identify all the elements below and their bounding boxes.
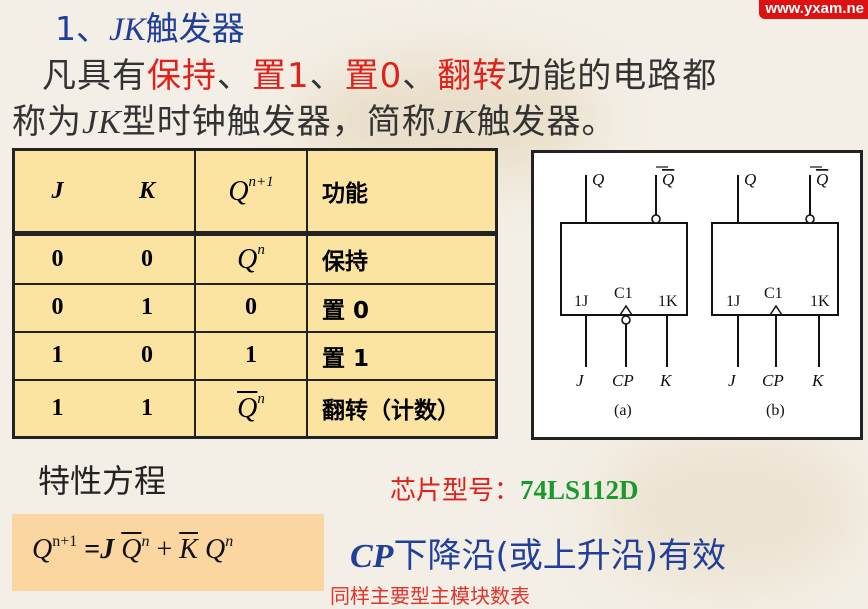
falling-edge-bubble — [621, 315, 631, 325]
cell-j: 1 — [12, 330, 100, 381]
input-1j-label: 1J — [574, 293, 588, 310]
input-k-label: K — [659, 371, 673, 390]
input-1k-label: 1K — [658, 293, 678, 310]
cell-function: 置 1 — [306, 330, 498, 381]
q-superscript: n — [257, 391, 265, 408]
intro-text: 、 — [217, 56, 252, 96]
q-symbol: Q — [237, 393, 258, 425]
intro-text: 功能的电路都 — [507, 56, 718, 96]
cell-j: 0 — [12, 282, 100, 333]
output-q-label: Q — [592, 170, 604, 189]
clock-c1-label: C1 — [614, 285, 633, 302]
table-row: 1 1 Qn 翻转（计数） — [12, 378, 498, 439]
characteristic-equation: Qn+1 =J Qn + K Qn — [32, 533, 234, 565]
table-header-row: J K Qn+1 功能 — [12, 148, 498, 236]
header-q-next: Qn+1 — [194, 148, 308, 236]
cutoff-text: 同样主要型主模块数表 — [330, 584, 530, 608]
output-q-label: Q — [744, 170, 756, 189]
table-row: 010置 0 — [12, 282, 498, 333]
cell-q-next: 1 — [194, 330, 308, 381]
flipflop-b: Q Q 1J C1 1K J CP K (b) — [711, 166, 839, 419]
clock-c1-label: C1 — [764, 285, 783, 302]
table-row: 0 0 Qn 保持 — [12, 232, 498, 285]
cell-k: 1 — [100, 282, 196, 333]
slide-title: 1、JK触发器 — [55, 9, 245, 48]
header-k: K — [100, 148, 196, 236]
cell-function: 保持 — [306, 232, 498, 285]
characteristic-equation-heading: 特性方程 — [38, 462, 167, 500]
highlight-term: 保持 — [147, 56, 217, 96]
caption-b: (b) — [766, 402, 785, 419]
table-row: 101置 1 — [12, 330, 498, 381]
truth-table: J K Qn+1 功能 0 0 Qn 保持 0 1 0 置 0101置 1 1 1 Qn 翻转（计数） — [12, 148, 498, 439]
input-j-label: J — [728, 371, 737, 390]
cell-function: 翻转（计数） — [306, 378, 498, 439]
clock-triangle — [619, 304, 633, 316]
cell-k: 0 — [100, 330, 196, 381]
cell-q-next: Qn — [194, 232, 308, 285]
output-qbar-label: Q — [662, 170, 674, 189]
chip-model: 芯片型号：74LS112D — [390, 475, 639, 506]
cell-q-next: 0 — [194, 282, 308, 333]
inverted-output-bubble — [805, 214, 815, 224]
flipflop-diagram-svg: Q Q 1J C1 1K J CP K (a) Q Q 1J C1 1K J C… — [560, 166, 839, 419]
intro-text: 、 — [402, 56, 438, 96]
highlight-term: 置1 — [252, 56, 310, 96]
cell-j: 0 — [12, 232, 100, 285]
caption-a: (a) — [614, 402, 632, 419]
q-superscript: n — [257, 242, 265, 259]
watermark: www.yxam.ne — [759, 0, 868, 19]
input-cp-label: CP — [762, 371, 784, 390]
q-symbol: Q — [237, 244, 258, 276]
input-cp-label: CP — [612, 371, 634, 390]
intro-line-2: 称为JK型时钟触发器，简称JK触发器。 — [12, 102, 617, 142]
input-j-label: J — [576, 371, 585, 390]
input-k-label: K — [811, 371, 825, 390]
cell-k: 0 — [100, 232, 196, 285]
clock-triangle — [769, 304, 783, 316]
intro-text: 凡具有 — [42, 56, 147, 96]
input-1k-label: 1K — [810, 293, 830, 310]
inverted-output-bubble — [651, 214, 661, 224]
cell-j: 1 — [12, 378, 100, 439]
jk-flipflop-symbols: Q Q 1J C1 1K J CP K (a) Q Q 1J C1 1K J C… — [531, 150, 863, 440]
intro-line-1: 凡具有保持、置1、置0、翻转功能的电路都 — [42, 48, 717, 97]
intro-text: 、 — [309, 56, 345, 96]
cell-k: 1 — [100, 378, 196, 439]
header-function: 功能 — [306, 148, 498, 236]
input-1j-label: 1J — [726, 293, 740, 310]
highlight-term: 翻转 — [437, 56, 508, 96]
header-j: J — [12, 148, 100, 236]
cell-function: 置 0 — [306, 282, 498, 333]
clock-edge-note: CP下降沿(或上升沿)有效 — [350, 536, 726, 576]
output-qbar-label: Q — [816, 170, 828, 189]
flipflop-a: Q Q 1J C1 1K J CP K (a) — [560, 166, 688, 419]
cell-q-next: Qn — [194, 378, 308, 439]
highlight-term: 置0 — [344, 56, 403, 96]
